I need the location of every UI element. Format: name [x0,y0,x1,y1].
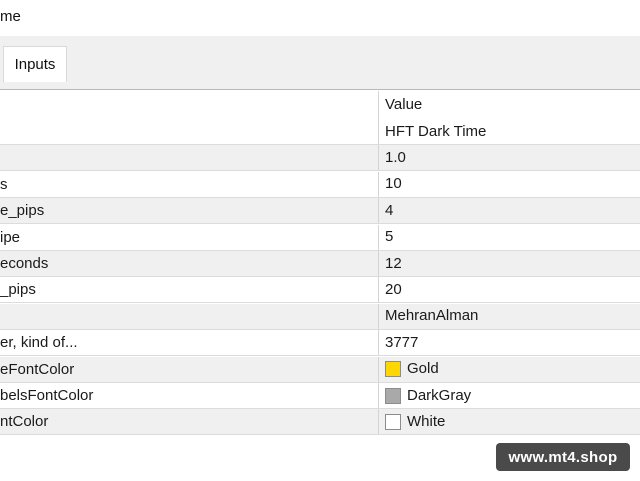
grid-header: Value [0,91,640,119]
parameter-name: belsFontColor [0,383,379,408]
parameter-name: eFontColor [0,356,379,382]
color-swatch[interactable] [385,413,401,430]
parameter-name: ipe [0,224,379,250]
parameter-value[interactable]: 4 [380,198,640,223]
parameter-value-text: 1.0 [385,148,406,166]
parameter-value-text: 20 [385,280,402,298]
watermark: www.mt4.shop [496,443,630,471]
table-row[interactable]: MehranAlman [0,303,640,330]
table-row[interactable]: _pips 20 [0,277,640,304]
parameter-value[interactable]: 5 [380,225,640,250]
inputs-panel: Value HFT Dark Time 1.0 s 10 e_pips 4 ipe 5 econ… [0,89,640,481]
parameter-value[interactable]: 3777 [380,330,640,355]
parameter-value[interactable]: HFT Dark Time [380,119,640,144]
table-row[interactable]: e_pips 4 [0,198,640,225]
table-row[interactable]: eFontColor Gold [0,356,640,383]
table-row[interactable]: HFT Dark Time [0,119,640,145]
parameter-name: _pips [0,277,379,303]
parameter-value-text: MehranAlman [385,307,479,325]
parameter-value-text: 5 [385,228,394,246]
parameter-name: ntColor [0,409,379,435]
parameter-value-text: 12 [385,254,402,272]
parameter-value-text: HFT Dark Time [385,122,487,140]
parameter-name: econds [0,251,379,276]
parameter-value[interactable]: 1.0 [380,145,640,170]
table-row[interactable]: econds 12 [0,251,640,277]
parameter-value-text: 10 [385,175,402,193]
parameter-value[interactable]: DarkGray [380,383,640,408]
header-name-column [0,91,379,119]
header-value-column: Value [385,96,423,113]
parameter-value-text: Gold [407,360,439,378]
color-swatch[interactable] [385,361,401,378]
tab-strip: Inputs [0,36,640,90]
table-row[interactable]: ntColor White [0,409,640,436]
parameter-value-text: 4 [385,201,394,219]
parameter-name: e_pips [0,198,379,224]
parameter-name [0,119,379,144]
parameter-name: s [0,171,379,197]
parameter-value[interactable]: Gold [380,357,640,382]
tab-inputs[interactable]: Inputs [3,46,67,82]
table-row[interactable]: belsFontColor DarkGray [0,383,640,409]
window-title: me [0,8,21,25]
parameter-value[interactable]: 12 [380,251,640,276]
parameter-value[interactable]: White [380,409,640,434]
table-row[interactable]: ipe 5 [0,224,640,251]
parameter-name [0,145,379,171]
parameter-name: er, kind of... [0,330,379,356]
color-swatch[interactable] [385,387,401,404]
table-row[interactable]: er, kind of... 3777 [0,330,640,357]
title-bar: me [0,0,640,36]
parameter-name [0,303,379,329]
parameter-value[interactable]: 20 [380,277,640,302]
parameter-value-text: White [407,412,446,430]
parameter-value-text: 3777 [385,333,419,351]
parameter-value-text: DarkGray [407,386,472,404]
parameter-value[interactable]: MehranAlman [380,304,640,329]
parameter-value[interactable]: 10 [380,172,640,197]
table-row[interactable]: 1.0 [0,145,640,172]
table-row[interactable]: s 10 [0,171,640,198]
